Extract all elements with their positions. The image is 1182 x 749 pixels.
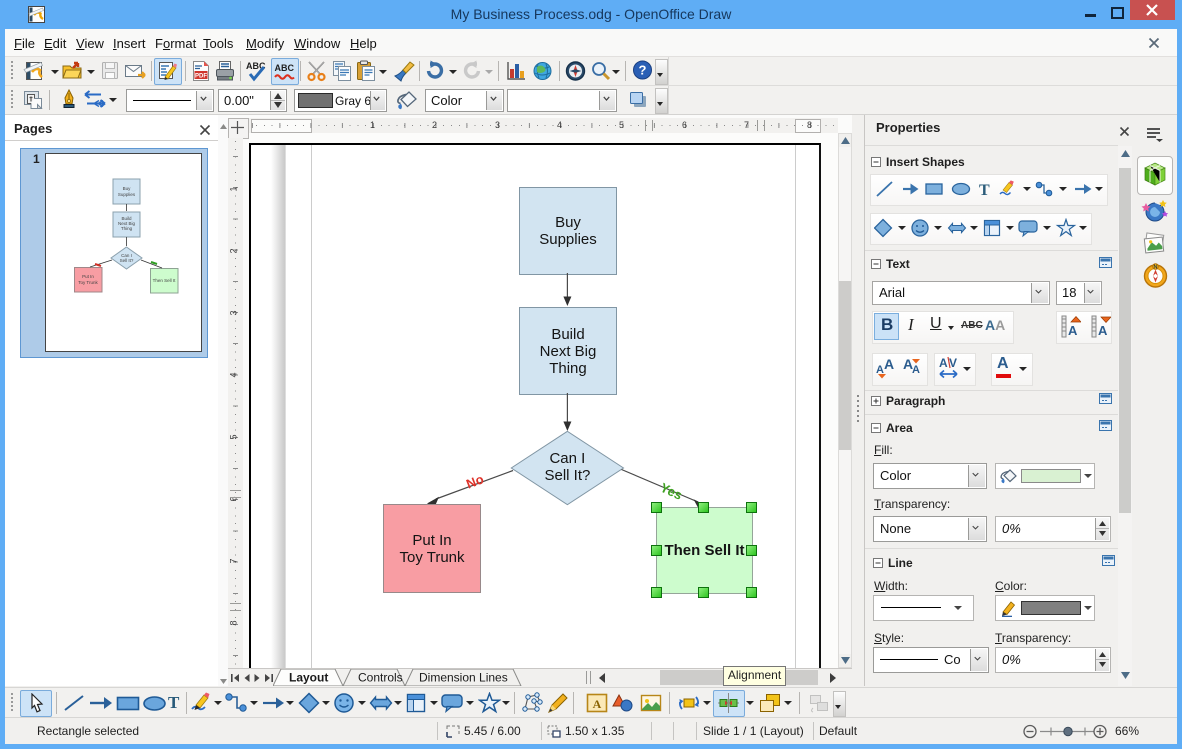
svg-text:PDF: PDF — [195, 73, 207, 79]
svg-text:A: A — [593, 697, 602, 711]
svg-text:Buy: Buy — [123, 186, 132, 191]
svg-text:A: A — [1098, 323, 1108, 338]
svg-text:A: A — [1068, 323, 1078, 338]
svg-text:Supplies: Supplies — [118, 192, 136, 197]
svg-text:A: A — [939, 356, 948, 370]
svg-text:Thing: Thing — [121, 226, 133, 231]
svg-text:Put In: Put In — [82, 274, 94, 279]
svg-text:Toy Trunk: Toy Trunk — [78, 280, 98, 285]
svg-text:Sell It?: Sell It? — [120, 258, 134, 263]
svg-text:T: T — [979, 182, 990, 199]
svg-text:?: ? — [639, 63, 647, 78]
svg-text:Then Sell It: Then Sell It — [153, 278, 177, 283]
svg-text:No: No — [464, 471, 486, 491]
svg-text:Dimension Lines: Dimension Lines — [419, 671, 508, 685]
svg-text:ABC: ABC — [275, 63, 295, 73]
svg-text:Sell It?: Sell It? — [544, 467, 590, 484]
svg-text:Can I: Can I — [549, 450, 585, 467]
svg-text:Layout: Layout — [289, 671, 328, 685]
svg-text:A: A — [884, 357, 894, 372]
svg-text:A: A — [912, 364, 920, 376]
svg-text:Yes: Yes — [658, 480, 685, 503]
svg-text:Controls: Controls — [358, 671, 403, 685]
svg-text:N: N — [1154, 265, 1158, 271]
